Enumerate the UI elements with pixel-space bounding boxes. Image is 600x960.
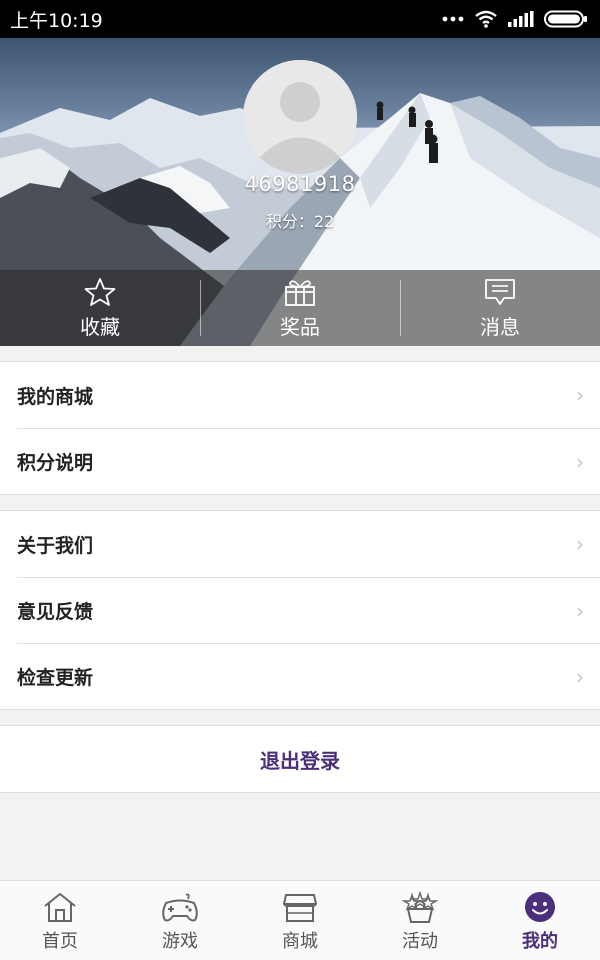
menu-item-check-update[interactable]: 检查更新 ›	[17, 643, 600, 709]
bottom-nav: 首页 游戏 商城 活动 我的	[0, 880, 600, 960]
menu-item-label: 我的商城	[17, 385, 94, 408]
shop-icon	[283, 894, 317, 922]
menu-group-app: 关于我们 › 意见反馈 › 检查更新 ›	[0, 510, 600, 710]
more-dots-icon	[442, 16, 464, 22]
menu-group-account: 我的商城 › 积分说明 ›	[0, 361, 600, 495]
menu-item-label: 检查更新	[17, 667, 94, 689]
chevron-right-icon: ›	[576, 449, 584, 474]
nav-label: 我的	[522, 931, 558, 952]
default-avatar-icon	[243, 60, 357, 174]
chevron-right-icon: ›	[576, 532, 584, 556]
menu-item-label: 积分说明	[17, 452, 94, 474]
quick-action-label: 奖品	[280, 314, 320, 339]
avatar[interactable]	[243, 60, 357, 174]
nav-label: 商城	[282, 931, 318, 952]
gift-icon	[285, 279, 315, 306]
logout-button[interactable]: 退出登录	[0, 725, 600, 793]
status-icons	[442, 10, 588, 28]
status-time: 上午10:19	[10, 9, 103, 32]
menu-item-my-mall[interactable]: 我的商城 ›	[17, 362, 600, 428]
profile-smile-icon	[525, 892, 555, 922]
nav-label: 游戏	[162, 931, 198, 952]
chevron-right-icon: ›	[576, 598, 584, 623]
signal-icon	[508, 11, 534, 27]
chevron-right-icon: ›	[576, 383, 584, 407]
quick-actions-bar: 收藏 奖品 消息	[0, 270, 600, 346]
quick-action-label: 消息	[480, 314, 520, 339]
home-icon	[44, 893, 76, 922]
status-bar: 上午10:19	[0, 0, 600, 38]
activity-icon	[402, 891, 438, 923]
user-points: 积分：22	[265, 212, 335, 231]
nav-label: 首页	[42, 931, 78, 952]
quick-action-messages[interactable]: 消息	[400, 270, 600, 346]
nav-item-home[interactable]: 首页	[0, 881, 120, 960]
wifi-icon	[475, 10, 497, 28]
quick-action-label: 收藏	[80, 314, 120, 339]
user-id: 46981918	[244, 172, 356, 196]
quick-action-prizes[interactable]: 奖品	[200, 270, 400, 346]
profile-header: 46981918 积分：22 收藏 奖品 消息	[0, 38, 600, 346]
logout-label: 退出登录	[260, 748, 340, 773]
nav-item-shop[interactable]: 商城	[240, 881, 360, 960]
quick-action-favorites[interactable]: 收藏	[0, 270, 200, 346]
message-icon	[485, 278, 515, 305]
menu-item-about-us[interactable]: 关于我们 ›	[17, 511, 600, 577]
menu-item-points-info[interactable]: 积分说明 ›	[17, 428, 600, 494]
chevron-right-icon: ›	[576, 664, 584, 689]
nav-item-games[interactable]: 游戏	[120, 881, 240, 960]
nav-item-activity[interactable]: 活动	[360, 881, 480, 960]
battery-icon	[544, 10, 587, 28]
star-icon	[84, 277, 116, 306]
nav-label: 活动	[402, 931, 438, 952]
gamepad-icon	[162, 893, 198, 922]
menu-item-label: 意见反馈	[17, 601, 94, 623]
menu-item-feedback[interactable]: 意见反馈 ›	[17, 577, 600, 643]
menu-item-label: 关于我们	[17, 534, 94, 557]
nav-item-mine[interactable]: 我的	[480, 881, 600, 960]
